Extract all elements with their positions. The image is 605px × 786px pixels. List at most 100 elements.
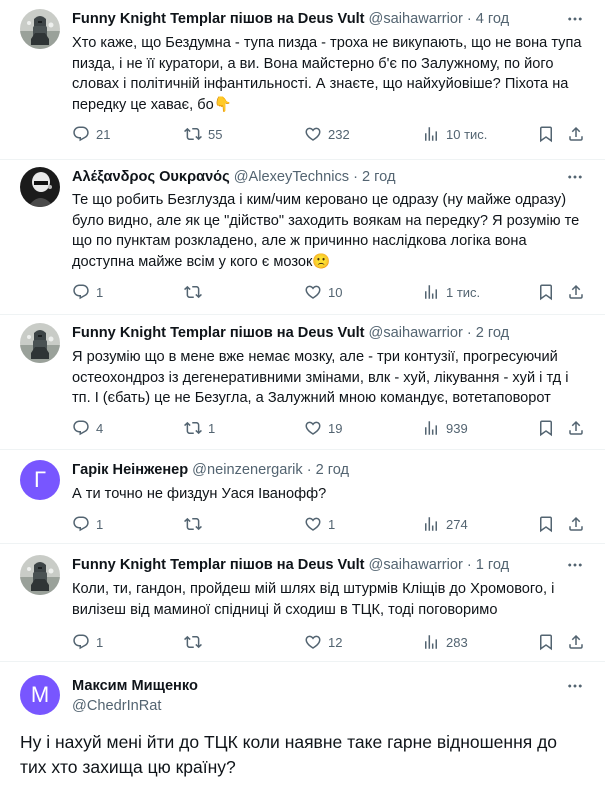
tweet-3[interactable]: Funny Knight Templar пішов на Deus Vult … (0, 315, 605, 450)
share-icon (567, 515, 585, 533)
avatar[interactable] (20, 323, 60, 363)
bookmark-button[interactable] (537, 124, 555, 144)
avatar[interactable]: М (20, 675, 60, 715)
bookmark-icon (537, 125, 555, 143)
reply-count: 4 (96, 420, 104, 436)
more-options-button[interactable] (565, 676, 585, 696)
views-button[interactable]: 274 (422, 514, 468, 534)
action-bar: 1 10 1 тис. (72, 282, 592, 302)
like-button[interactable]: 10 (304, 282, 342, 302)
reply-icon (72, 515, 90, 533)
reply-button[interactable]: 1 (72, 632, 103, 652)
author-handle[interactable]: @AlexeyTechnics (234, 167, 349, 187)
views-button[interactable]: 939 (422, 418, 468, 438)
author-name[interactable]: Funny Knight Templar пішов на Deus Vult (72, 555, 365, 575)
retweet-count: 1 (208, 420, 216, 436)
timestamp[interactable]: 2 год (316, 460, 349, 480)
tweet-1[interactable]: Funny Knight Templar пішов на Deus Vult … (0, 0, 605, 160)
bookmark-icon (537, 283, 555, 301)
retweet-button[interactable] (184, 632, 208, 652)
author-handle[interactable]: @saihawarrior (369, 555, 463, 575)
heart-icon (304, 515, 322, 533)
like-count: 10 (328, 284, 343, 300)
share-button[interactable] (567, 632, 585, 652)
views-button[interactable]: 283 (422, 632, 468, 652)
bookmark-button[interactable] (537, 282, 555, 302)
views-count: 10 тис. (446, 126, 488, 142)
retweet-icon (184, 283, 202, 301)
bookmark-button[interactable] (537, 632, 555, 652)
reply-count: 1 (96, 634, 104, 650)
reply-icon (72, 633, 90, 651)
like-button[interactable]: 19 (304, 418, 342, 438)
avatar[interactable]: Г (20, 460, 60, 500)
share-icon (567, 633, 585, 651)
more-options-button[interactable] (565, 555, 585, 575)
like-button[interactable]: 1 (304, 514, 335, 534)
author-name[interactable]: Funny Knight Templar пішов на Deus Vult (72, 9, 365, 29)
tweet-header: Funny Knight Templar пішов на Deus Vult … (72, 323, 565, 343)
retweet-button[interactable] (184, 514, 208, 534)
share-button[interactable] (567, 282, 585, 302)
reply-button[interactable]: 4 (72, 418, 103, 438)
timestamp[interactable]: 2 год (476, 323, 509, 343)
author-name[interactable]: Αλέξανδρος Ουκρανός (72, 167, 230, 187)
retweet-button[interactable] (184, 282, 208, 302)
tweet-5[interactable]: Funny Knight Templar пішов на Deus Vult … (0, 544, 605, 662)
reply-button[interactable]: 1 (72, 282, 103, 302)
like-button[interactable]: 232 (304, 124, 350, 144)
like-count: 19 (328, 420, 343, 436)
views-icon (422, 125, 440, 143)
more-icon (566, 10, 584, 28)
avatar[interactable] (20, 9, 60, 49)
views-button[interactable]: 10 тис. (422, 124, 487, 144)
avatar-letter: Г (34, 467, 46, 492)
timestamp[interactable]: 2 год (362, 167, 395, 187)
views-button[interactable]: 1 тис. (422, 282, 480, 302)
author-name[interactable]: Максим Мищенко (72, 676, 198, 696)
like-count: 1 (328, 516, 336, 532)
author-name[interactable]: Гарік Неінженер (72, 460, 188, 480)
share-icon (567, 419, 585, 437)
views-count: 283 (446, 634, 468, 650)
tweet-2[interactable]: Αλέξανδρος Ουκρανός @AlexeyTechnics · 2 … (0, 160, 605, 315)
retweet-button[interactable]: 55 (184, 124, 222, 144)
retweet-button[interactable]: 1 (184, 418, 215, 438)
author-handle[interactable]: @saihawarrior (369, 9, 463, 29)
timestamp[interactable]: 4 год (476, 9, 509, 29)
author-handle[interactable]: @ChedrInRat (72, 696, 161, 716)
avatar[interactable] (20, 167, 60, 207)
tweet-header: Гарік Неінженер @neinzenergarik · 2 год (72, 460, 565, 480)
views-icon (422, 283, 440, 301)
reply-button[interactable]: 1 (72, 514, 103, 534)
bookmark-button[interactable] (537, 514, 555, 534)
like-button[interactable]: 12 (304, 632, 342, 652)
more-options-button[interactable] (565, 167, 585, 187)
author-name[interactable]: Funny Knight Templar пішов на Deus Vult (72, 323, 365, 343)
avatar[interactable] (20, 555, 60, 595)
timestamp[interactable]: 1 год (476, 555, 509, 575)
tweet-text: Я розумію що в мене вже немає мозку, але… (72, 349, 569, 406)
separator-dot: · (306, 462, 312, 478)
author-handle[interactable]: @saihawarrior (369, 323, 463, 343)
reply-icon (72, 419, 90, 437)
author-handle[interactable]: @neinzenergarik (192, 460, 303, 480)
bookmark-icon (537, 633, 555, 651)
share-button[interactable] (567, 124, 585, 144)
action-bar: 4 1 19 939 (72, 418, 592, 438)
bookmark-button[interactable] (537, 418, 555, 438)
tweet-text: Те що робить Безглузда і ким/чим керован… (72, 192, 580, 270)
main-tweet[interactable]: М Максим Мищенко @ChedrInRat Ну і нахуй … (0, 662, 605, 786)
share-button[interactable] (567, 514, 585, 534)
like-count: 12 (328, 634, 343, 650)
knight-avatar-icon (20, 323, 60, 363)
separator-dot: · (466, 325, 472, 341)
tweet-4[interactable]: Г Гарік Неінженер @neinzenergarik · 2 го… (0, 450, 605, 544)
more-icon (566, 677, 584, 695)
share-button[interactable] (567, 418, 585, 438)
action-bar: 1 12 283 (72, 632, 592, 652)
more-options-button[interactable] (565, 9, 585, 29)
reply-button[interactable]: 21 (72, 124, 110, 144)
bookmark-icon (537, 419, 555, 437)
tweet-header: Αλέξανδρος Ουκρανός @AlexeyTechnics · 2 … (72, 167, 565, 187)
